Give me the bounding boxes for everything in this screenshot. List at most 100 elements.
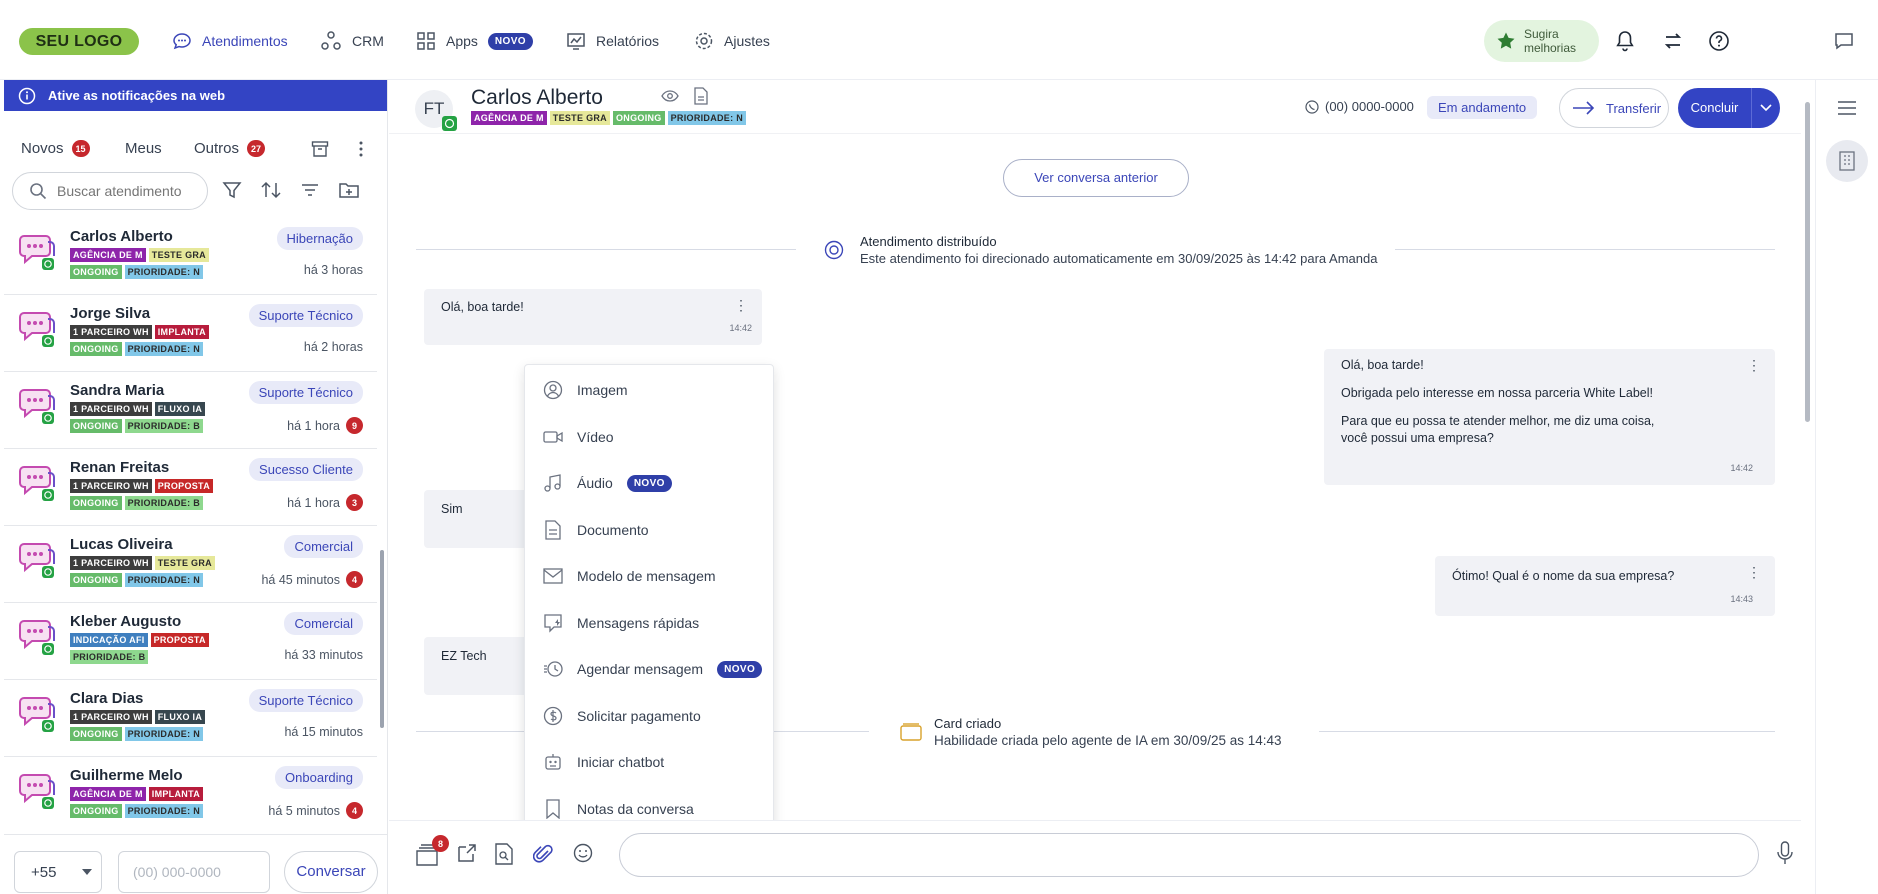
attach-option[interactable]: Vídeo xyxy=(525,416,775,458)
attach-option[interactable]: Iniciar chatbot xyxy=(525,741,775,783)
arrow-right-icon xyxy=(1573,101,1595,115)
tag: AGÊNCIA DE M xyxy=(70,787,146,801)
contact-name: Guilherme Melo xyxy=(70,767,183,784)
tab-outros[interactable]: Outros 27 xyxy=(194,140,266,157)
chat-scrollbar[interactable] xyxy=(1804,80,1812,894)
attach-option[interactable]: Mensagens rápidas xyxy=(525,602,775,644)
tag: 1 PARCEIRO WH xyxy=(70,556,152,570)
chevron-down-icon[interactable] xyxy=(1752,104,1780,112)
scrollbar-thumb[interactable] xyxy=(1805,102,1810,422)
more-vertical-icon[interactable]: ⋮ xyxy=(1747,565,1761,579)
list-filter-icon[interactable] xyxy=(300,180,320,200)
archive-icon[interactable] xyxy=(311,140,329,158)
start-conversation-button[interactable]: Conversar xyxy=(284,851,378,893)
building-icon[interactable] xyxy=(1826,140,1868,182)
attach-option[interactable]: Solicitar pagamento xyxy=(525,695,775,737)
conversation-item[interactable]: Renan Freitas 1 PARCEIRO WH PROPOSTA ONGOI… xyxy=(4,449,377,526)
suggest-improvements-button[interactable]: Sugira melhorias xyxy=(1484,20,1599,62)
tab-novos[interactable]: Novos 15 xyxy=(21,140,90,157)
microphone-icon[interactable] xyxy=(1777,841,1793,865)
more-vertical-icon[interactable]: ⋮ xyxy=(734,298,748,312)
time-label: há 3 horas xyxy=(303,263,363,277)
tabs: Novos 15 Meus Outros 27 xyxy=(4,128,387,172)
country-code-select[interactable]: +55 xyxy=(14,851,102,893)
tag: IMPLANTA xyxy=(148,787,204,801)
attach-option[interactable]: Imagem xyxy=(525,369,775,411)
time-label: há 1 hora 9 xyxy=(287,417,363,434)
help-icon[interactable] xyxy=(1708,30,1730,52)
tag: TESTE GRA xyxy=(148,248,209,262)
phone-input[interactable]: (00) 000-0000 xyxy=(118,851,270,893)
message-outgoing: Olá, boa tarde! Obrigada pelo interesse … xyxy=(1324,349,1775,485)
list-scrollbar[interactable] xyxy=(380,550,384,728)
nav-crm[interactable]: CRM xyxy=(320,30,384,52)
filter-icon[interactable] xyxy=(222,180,242,200)
search-input[interactable] xyxy=(57,183,197,199)
tag: FLUXO IA xyxy=(154,402,206,416)
attach-option[interactable]: Modelo de mensagem xyxy=(525,555,775,597)
conversation-item[interactable]: Lucas Oliveira 1 PARCEIRO WH TESTE GRA ONG… xyxy=(4,526,377,603)
tag: PRIORIDADE: N xyxy=(124,342,204,356)
message-input[interactable] xyxy=(619,833,1759,877)
more-vertical-icon[interactable] xyxy=(358,140,364,158)
more-vertical-icon[interactable]: ⋮ xyxy=(1747,358,1761,372)
conversation-item[interactable]: Carlos Alberto AGÊNCIA DE M TESTE GRA ONGO… xyxy=(4,218,377,295)
unread-badge: 4 xyxy=(346,802,363,819)
paperclip-icon[interactable] xyxy=(533,843,553,865)
status-badge: Suporte Técnico xyxy=(248,689,363,712)
attach-option[interactable]: Agendar mensagem NOVO xyxy=(525,648,775,690)
tag: TESTE GRA xyxy=(154,556,215,570)
message-composer: 8 xyxy=(389,820,1801,894)
file-icon[interactable] xyxy=(694,87,708,105)
document-search-icon[interactable] xyxy=(495,843,513,865)
tag: PRIORIDADE: B xyxy=(124,419,204,433)
attach-option[interactable]: Áudio NOVO xyxy=(525,462,775,504)
attach-option-label: Agendar mensagem xyxy=(577,661,704,677)
chat-avatar-icon xyxy=(18,463,56,503)
external-link-icon[interactable] xyxy=(457,843,477,863)
sort-icon[interactable] xyxy=(260,180,282,200)
finish-button[interactable]: Concluir xyxy=(1678,88,1780,128)
attach-option-label: Iniciar chatbot xyxy=(577,754,665,770)
chat-bubble-icon xyxy=(173,33,191,50)
tag: ONGOING xyxy=(70,804,122,818)
time-label: há 33 minutos xyxy=(284,648,363,662)
conversation-item[interactable]: Guilherme Melo AGÊNCIA DE M IMPLANTA ONGOI… xyxy=(4,757,377,822)
time-label: há 5 minutos 4 xyxy=(268,802,363,819)
nav-atendimentos[interactable]: Atendimentos xyxy=(172,30,288,52)
time-label: há 2 horas xyxy=(303,340,363,354)
swap-icon[interactable] xyxy=(1662,30,1684,52)
tag: 1 PARCEIRO WH xyxy=(70,479,152,493)
previous-conversation-button[interactable]: Ver conversa anterior xyxy=(1003,159,1189,197)
messages-icon[interactable] xyxy=(1833,30,1855,52)
conversation-item[interactable]: Kleber Augusto INDICAÇÃO AFI PROPOSTA PRIO… xyxy=(4,603,377,680)
tag-list: 1 PARCEIRO WH FLUXO IA ONGOING PRIORIDADE: … xyxy=(70,402,230,433)
transfer-button[interactable]: Transferir xyxy=(1559,88,1669,128)
eye-icon[interactable] xyxy=(661,89,679,103)
bell-icon[interactable] xyxy=(1615,30,1635,52)
conversation-item[interactable]: Jorge Silva 1 PARCEIRO WH IMPLANTA ONGOING… xyxy=(4,295,377,372)
message-incoming: Olá, boa tarde! ⋮ 14:42 xyxy=(424,289,762,345)
emoji-icon[interactable] xyxy=(573,843,593,863)
music-icon xyxy=(544,474,561,492)
status-badge: Comercial xyxy=(284,612,363,635)
tab-meus[interactable]: Meus xyxy=(125,140,162,157)
menu-icon[interactable] xyxy=(1837,100,1857,116)
attach-option[interactable]: Documento xyxy=(525,509,775,551)
divider xyxy=(1319,731,1775,732)
chat-avatar-icon xyxy=(18,540,56,580)
nav-relatorios[interactable]: Relatórios xyxy=(566,30,659,52)
conversation-item[interactable]: Clara Dias 1 PARCEIRO WH FLUXO IA ONGOING P… xyxy=(4,680,377,757)
attach-option-label: Mensagens rápidas xyxy=(577,614,700,631)
new-badge: NOVO xyxy=(626,474,672,492)
nav-apps[interactable]: Apps NOVO xyxy=(416,30,533,52)
count-badge: 15 xyxy=(71,140,90,157)
notification-banner[interactable]: Ative as notificações na web xyxy=(4,80,387,111)
conversation-item[interactable]: Sandra Maria 1 PARCEIRO WH FLUXO IA ONGOIN… xyxy=(4,372,377,449)
card-icon xyxy=(900,723,922,741)
search-box[interactable] xyxy=(12,172,208,210)
nav-ajustes[interactable]: Ajustes xyxy=(694,30,770,52)
folder-add-icon[interactable] xyxy=(338,180,360,200)
contact-name: Sandra Maria xyxy=(70,382,165,399)
tag: PRIORIDADE: B xyxy=(124,496,204,510)
